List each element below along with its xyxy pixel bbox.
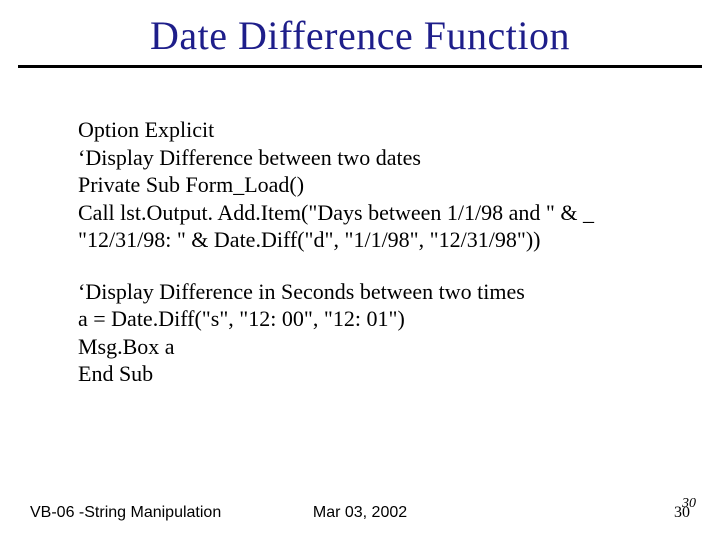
slide-body: Option Explicit ‘Display Difference betw… — [0, 68, 720, 388]
code-block-1: Option Explicit ‘Display Difference betw… — [78, 116, 720, 254]
footer-page-number: 30 30 — [674, 504, 690, 522]
code-block-2: ‘Display Difference in Seconds between t… — [78, 278, 720, 388]
code-line: "12/31/98: " & Date.Diff("d", "1/1/98", … — [78, 226, 720, 254]
code-line: ‘Display Difference in Seconds between t… — [78, 278, 720, 306]
code-line: Option Explicit — [78, 116, 720, 144]
slide: Date Difference Function Option Explicit… — [0, 0, 720, 540]
code-line: Call lst.Output. Add.Item("Days between … — [78, 199, 720, 227]
code-line: Private Sub Form_Load() — [78, 171, 720, 199]
code-line: a = Date.Diff("s", "12: 00", "12: 01") — [78, 305, 720, 333]
code-line: Msg.Box a — [78, 333, 720, 361]
footer: VB-06 -String Manipulation Mar 03, 2002 … — [0, 492, 720, 522]
footer-center: Mar 03, 2002 — [0, 504, 720, 522]
code-line: ‘Display Difference between two dates — [78, 144, 720, 172]
page-number-overlay: 30 — [682, 496, 696, 512]
code-line: End Sub — [78, 360, 720, 388]
slide-title: Date Difference Function — [0, 0, 720, 65]
